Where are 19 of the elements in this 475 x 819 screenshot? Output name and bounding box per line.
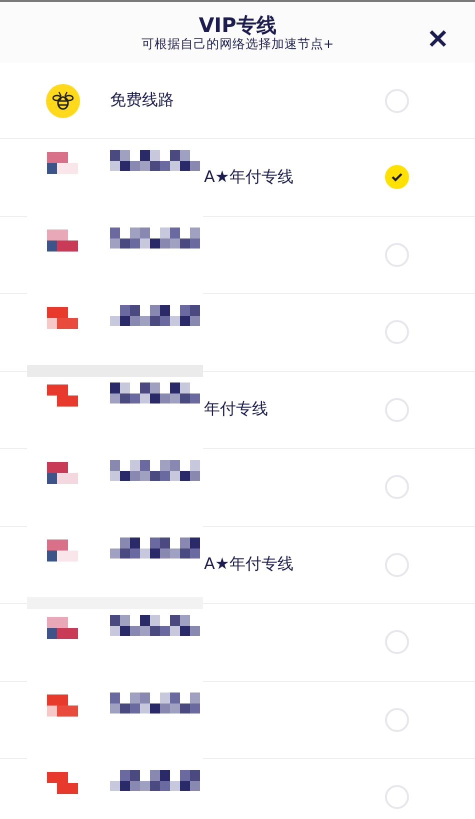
radio-button[interactable] — [385, 630, 409, 654]
line-name: A★年付专线 — [204, 166, 294, 188]
radio-button[interactable] — [385, 708, 409, 732]
radio-button[interactable] — [385, 88, 409, 112]
dialog-subtitle: 可根据自己的网络选择加速节点+ — [141, 36, 334, 51]
radio-button[interactable] — [385, 552, 409, 577]
checked-radio[interactable] — [385, 165, 409, 190]
radio-button[interactable] — [385, 475, 409, 500]
check-icon — [391, 172, 403, 182]
radio-button[interactable] — [385, 320, 409, 344]
line-name: A★年付专线 — [204, 554, 294, 576]
radio-button[interactable] — [385, 242, 409, 267]
radio-button[interactable] — [385, 398, 409, 422]
line-name: 免费线路 — [110, 90, 175, 111]
bee-icon — [46, 84, 80, 118]
close-button[interactable]: ✕ — [427, 24, 449, 54]
dialog-title: VIP专线 — [198, 14, 276, 36]
line-name: 年付专线 — [204, 399, 269, 420]
radio-button[interactable] — [385, 785, 409, 810]
